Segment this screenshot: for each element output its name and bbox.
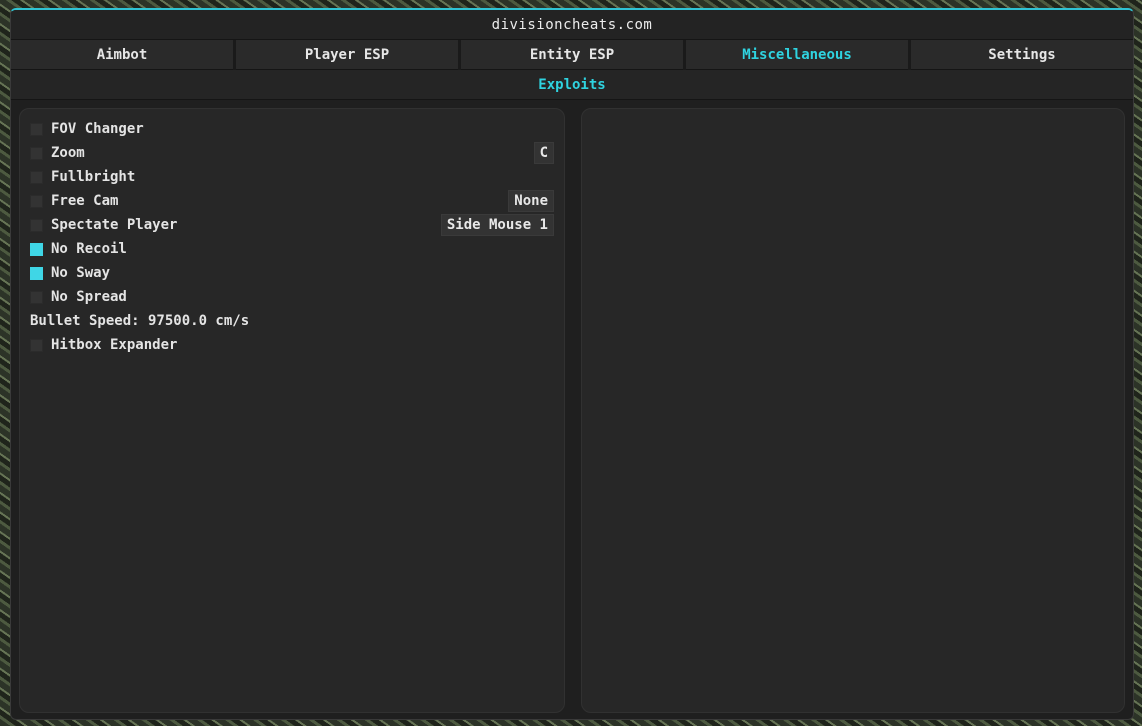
- tab-settings[interactable]: Settings: [911, 40, 1133, 70]
- option-no-spread: No Spread: [30, 285, 554, 309]
- no-spread-checkbox[interactable]: [30, 290, 43, 304]
- free-cam-label[interactable]: Free Cam: [51, 193, 500, 209]
- option-hitbox-expander: Hitbox Expander: [30, 333, 554, 357]
- option-spectate-player: Spectate Player Side Mouse 1: [30, 213, 554, 237]
- spectate-player-keybind-button[interactable]: Side Mouse 1: [440, 214, 554, 236]
- bullet-speed-readout: Bullet Speed: 97500.0 cm/s: [30, 313, 250, 329]
- no-spread-label[interactable]: No Spread: [51, 289, 554, 305]
- fullbright-checkbox[interactable]: [30, 170, 43, 184]
- cheat-menu-window: divisioncheats.com Aimbot Player ESP Ent…: [10, 8, 1134, 720]
- option-fullbright: Fullbright: [30, 165, 554, 189]
- window-title: divisioncheats.com: [491, 16, 653, 33]
- tab-player-esp[interactable]: Player ESP: [236, 40, 458, 70]
- option-zoom: Zoom C: [30, 141, 554, 165]
- no-recoil-label[interactable]: No Recoil: [51, 241, 554, 257]
- fullbright-label[interactable]: Fullbright: [51, 169, 554, 185]
- zoom-label[interactable]: Zoom: [51, 145, 526, 161]
- content-panels: FOV Changer Zoom C Fullbright Free Cam N…: [19, 108, 1125, 713]
- spectate-player-label[interactable]: Spectate Player: [51, 217, 433, 233]
- zoom-keybind-button[interactable]: C: [533, 142, 554, 164]
- hitbox-expander-label[interactable]: Hitbox Expander: [51, 337, 554, 353]
- section-title: Exploits: [538, 76, 606, 93]
- no-sway-checkbox[interactable]: [30, 266, 43, 280]
- option-no-sway: No Sway: [30, 261, 554, 285]
- section-header: Exploits: [11, 70, 1133, 100]
- no-sway-label[interactable]: No Sway: [51, 265, 554, 281]
- secondary-panel: [581, 108, 1125, 713]
- exploits-panel: FOV Changer Zoom C Fullbright Free Cam N…: [19, 108, 565, 713]
- option-free-cam: Free Cam None: [30, 189, 554, 213]
- fov-changer-label[interactable]: FOV Changer: [51, 121, 554, 137]
- zoom-checkbox[interactable]: [30, 146, 43, 160]
- tab-entity-esp[interactable]: Entity ESP: [461, 40, 683, 70]
- spectate-player-checkbox[interactable]: [30, 218, 43, 232]
- hitbox-expander-checkbox[interactable]: [30, 338, 43, 352]
- free-cam-checkbox[interactable]: [30, 194, 43, 208]
- free-cam-keybind-button[interactable]: None: [508, 190, 554, 212]
- fov-changer-checkbox[interactable]: [30, 122, 43, 136]
- no-recoil-checkbox[interactable]: [30, 242, 43, 256]
- tab-miscellaneous[interactable]: Miscellaneous: [686, 40, 908, 70]
- option-no-recoil: No Recoil: [30, 237, 554, 261]
- window-titlebar[interactable]: divisioncheats.com: [11, 10, 1133, 40]
- option-fov-changer: FOV Changer: [30, 117, 554, 141]
- tab-bar: Aimbot Player ESP Entity ESP Miscellaneo…: [11, 40, 1133, 70]
- tab-aimbot[interactable]: Aimbot: [11, 40, 233, 70]
